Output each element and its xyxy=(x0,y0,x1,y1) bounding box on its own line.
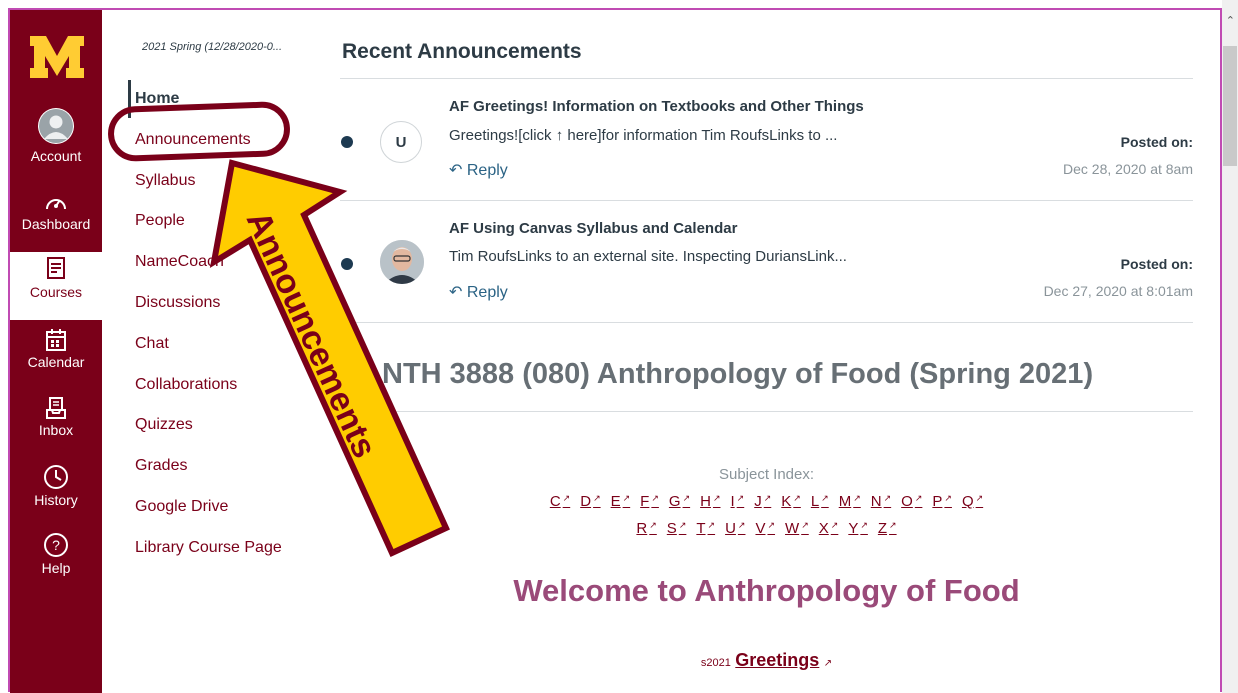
subject-index-letter-v[interactable]: V xyxy=(755,520,775,537)
posted-date: Dec 28, 2020 at 8am xyxy=(1063,161,1193,177)
unread-dot-icon xyxy=(341,258,353,270)
course-nav-people[interactable]: People xyxy=(135,212,185,230)
posted-on-label: Posted on: xyxy=(1120,134,1193,150)
subject-index-letter-l[interactable]: L xyxy=(811,493,829,510)
nav-help-label: Help xyxy=(41,560,71,576)
scrollbar-thumb[interactable] xyxy=(1223,46,1237,166)
nav-dashboard-label: Dashboard xyxy=(21,216,91,232)
course-nav-collaborations[interactable]: Collaborations xyxy=(135,376,237,394)
subject-index-letter-t[interactable]: T xyxy=(696,520,715,537)
subject-index-letter-n[interactable]: N xyxy=(871,493,891,510)
scroll-up-arrow-icon[interactable]: ⌃ xyxy=(1226,14,1235,27)
subject-index-letter-h[interactable]: H xyxy=(700,493,720,510)
course-nav-library-course-page[interactable]: Library Course Page xyxy=(135,539,282,557)
course-nav-namecoach[interactable]: NameCoach xyxy=(135,253,224,271)
divider xyxy=(340,78,1193,79)
subject-index-letter-o[interactable]: O xyxy=(901,493,922,510)
subject-index-letter-z[interactable]: Z xyxy=(878,520,897,537)
recent-announcements-heading: Recent Announcements xyxy=(342,40,582,63)
announcement-snippet: Greetings![click ↑ here]for information … xyxy=(449,127,838,144)
external-link-icon: ↗ xyxy=(823,658,833,669)
course-nav-google-drive[interactable]: Google Drive xyxy=(135,498,228,516)
vertical-scrollbar[interactable]: ⌃ xyxy=(1222,0,1238,693)
divider xyxy=(340,322,1193,323)
reply-label: Reply xyxy=(466,162,508,179)
course-title: NTH 3888 (080) Anthropology of Food (Spr… xyxy=(382,358,1094,390)
announcement-title[interactable]: AF Greetings! Information on Textbooks a… xyxy=(449,98,864,115)
reply-button[interactable]: ↶ Reply xyxy=(449,282,508,302)
account-avatar-icon xyxy=(38,108,74,144)
subject-index-letter-w[interactable]: W xyxy=(785,520,809,537)
announcement-snippet: Tim RoufsLinks to an external site. Insp… xyxy=(449,248,847,265)
global-navigation: Account Dashboard Courses Calendar Inbox… xyxy=(10,10,102,693)
nav-courses-label: Courses xyxy=(29,284,83,300)
university-logo-icon[interactable] xyxy=(28,32,86,82)
welcome-heading: Welcome to Anthropology of Food xyxy=(513,573,1020,608)
divider xyxy=(340,200,1193,201)
greetings-prefix: s2021 xyxy=(700,657,731,669)
nav-history[interactable]: History xyxy=(10,464,102,508)
subject-index-letter-f[interactable]: F xyxy=(640,493,659,510)
nav-inbox-label: Inbox xyxy=(38,422,74,438)
calendar-icon xyxy=(46,329,66,351)
unread-dot-icon xyxy=(341,136,353,148)
main-content: Recent Announcements U AF Greetings! Inf… xyxy=(340,10,1195,693)
course-nav-grades[interactable]: Grades xyxy=(135,457,187,475)
subject-index-letter-r[interactable]: R xyxy=(636,520,656,537)
subject-index-letter-s[interactable]: S xyxy=(667,520,687,537)
posted-date: Dec 27, 2020 at 8:01am xyxy=(1043,283,1193,299)
greetings-row: s2021 Greetings ↗ xyxy=(340,650,1193,671)
greetings-link[interactable]: Greetings xyxy=(735,650,819,670)
reply-button[interactable]: ↶ Reply xyxy=(449,160,508,180)
course-nav-chat[interactable]: Chat xyxy=(135,335,169,353)
course-nav-quizzes[interactable]: Quizzes xyxy=(135,416,193,434)
subject-index-letter-x[interactable]: X xyxy=(819,520,839,537)
nav-inbox[interactable]: Inbox xyxy=(10,396,102,438)
subject-index-letter-j[interactable]: J xyxy=(754,493,771,510)
inbox-icon xyxy=(46,397,66,419)
nav-courses[interactable]: Courses xyxy=(10,252,102,320)
subject-index-letter-u[interactable]: U xyxy=(725,520,745,537)
nav-calendar[interactable]: Calendar xyxy=(10,328,102,370)
nav-calendar-label: Calendar xyxy=(27,354,85,370)
author-avatar-photo[interactable] xyxy=(380,240,424,284)
subject-index-letter-y[interactable]: Y xyxy=(848,520,868,537)
announcement-title[interactable]: AF Using Canvas Syllabus and Calendar xyxy=(449,220,737,237)
reply-icon: ↶ xyxy=(449,284,463,301)
dashboard-icon xyxy=(46,199,66,210)
subject-index-label: Subject Index: xyxy=(718,466,815,483)
subject-index-letter-k[interactable]: K xyxy=(781,493,801,510)
nav-account-label: Account xyxy=(30,148,82,164)
subject-index-letter-p[interactable]: P xyxy=(932,493,952,510)
svg-text:?: ? xyxy=(52,537,60,553)
subject-index-row-1: CDEFGHIJKLMNOPQ xyxy=(340,493,1193,510)
term-label: 2021 Spring (12/28/2020-0... xyxy=(142,41,283,53)
courses-icon xyxy=(47,257,65,279)
subject-index-letter-e[interactable]: E xyxy=(611,493,631,510)
help-icon: ? xyxy=(44,533,68,557)
subject-index-letter-d[interactable]: D xyxy=(580,493,600,510)
nav-history-label: History xyxy=(34,492,78,508)
subject-index-letter-m[interactable]: M xyxy=(839,493,861,510)
nav-dashboard[interactable]: Dashboard xyxy=(10,192,102,232)
subject-index-letter-c[interactable]: C xyxy=(550,493,570,510)
author-avatar[interactable]: U xyxy=(380,121,422,163)
course-nav-discussions[interactable]: Discussions xyxy=(135,294,220,312)
subject-index-letter-g[interactable]: G xyxy=(669,493,690,510)
nav-help[interactable]: ? Help xyxy=(10,532,102,576)
subject-index-row-2: RSTUVWXYZ xyxy=(340,520,1193,537)
highlight-circle xyxy=(107,100,291,163)
history-icon xyxy=(44,465,68,489)
reply-label: Reply xyxy=(466,284,508,301)
posted-on-label: Posted on: xyxy=(1120,256,1193,272)
nav-account[interactable]: Account xyxy=(10,108,102,164)
subject-index-letter-q[interactable]: Q xyxy=(962,493,983,510)
divider xyxy=(340,411,1193,412)
course-nav-syllabus[interactable]: Syllabus xyxy=(135,172,195,190)
subject-index-letter-i[interactable]: I xyxy=(731,493,745,510)
reply-icon: ↶ xyxy=(449,162,463,179)
